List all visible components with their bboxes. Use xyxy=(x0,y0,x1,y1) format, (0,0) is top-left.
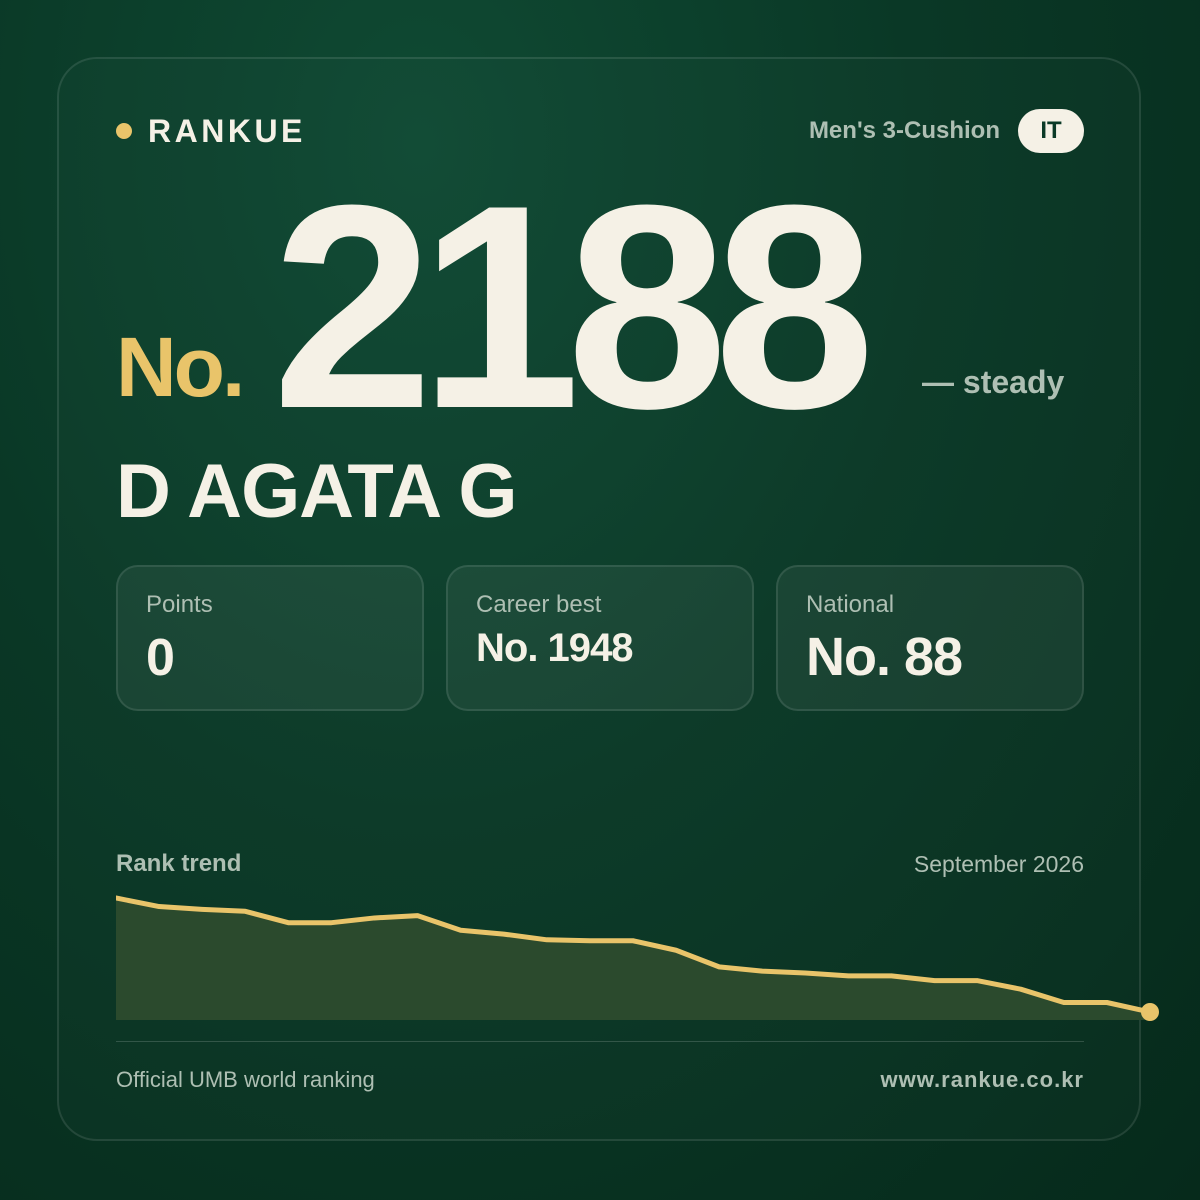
rank-trend-chart xyxy=(116,895,1159,1021)
stat-career-best: Career best No. 1948 xyxy=(446,565,754,711)
stat-label: National xyxy=(806,591,895,618)
stat-label: Points xyxy=(146,591,213,618)
country-badge: IT xyxy=(1018,109,1084,153)
trend-period: September 2026 xyxy=(913,851,1084,877)
stat-label: Career best xyxy=(476,591,602,618)
category-label: Men's 3-Cushion xyxy=(808,117,1000,144)
footer-url: www.rankue.co.kr xyxy=(880,1067,1084,1092)
footer-divider xyxy=(116,1041,1084,1042)
footer-source: Official UMB world ranking xyxy=(116,1067,375,1092)
rank-number: 2188 xyxy=(272,145,875,469)
brand-name: RANKUE xyxy=(148,112,306,149)
stat-points: Points 0 xyxy=(116,565,424,711)
rank-prefix: No. xyxy=(116,320,245,414)
trend-current-point xyxy=(1141,1003,1159,1021)
rank-change: — steady xyxy=(922,364,1065,400)
trend-label: Rank trend xyxy=(116,850,242,877)
player-name: D AGATA G xyxy=(116,449,518,534)
stat-value: 0 xyxy=(146,629,175,687)
brand-dot-icon xyxy=(116,123,132,139)
stat-national: National No. 88 xyxy=(776,565,1084,711)
stat-value: No. 1948 xyxy=(476,626,634,670)
stat-value: No. 88 xyxy=(806,627,963,687)
